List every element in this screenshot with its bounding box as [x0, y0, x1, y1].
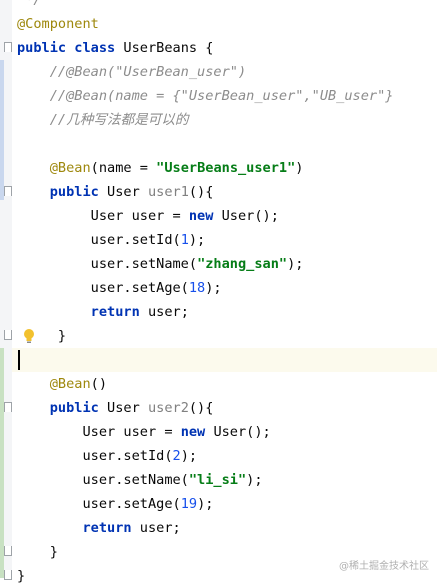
- code-token: );: [246, 472, 263, 488]
- code-editor[interactable]: */ @Component public class UserBeans { //@…: [0, 0, 437, 584]
- code-token: );: [287, 256, 304, 272]
- code-token: user.setAge(: [17, 280, 189, 296]
- code-token: "UserBeans_user1": [156, 160, 296, 176]
- code-line[interactable]: @Bean(): [17, 372, 107, 396]
- code-token: );: [188, 232, 206, 248]
- code-token: @Component: [17, 16, 99, 32]
- code-token: (){: [188, 400, 214, 416]
- code-token: 1: [180, 232, 189, 248]
- code-line[interactable]: user.setName("li_si");: [17, 468, 263, 492]
- code-token: 19: [180, 496, 198, 512]
- code-line[interactable]: public class UserBeans {: [17, 36, 213, 60]
- code-token: @Bean: [17, 160, 91, 176]
- code-token: );: [180, 448, 198, 464]
- code-token: //@Bean("UserBean_user"): [17, 64, 247, 80]
- code-token: User: [107, 184, 148, 200]
- watermark: @稀土掘金技术社区: [339, 561, 429, 572]
- code-line[interactable]: User user = new User();: [17, 204, 279, 228]
- code-line[interactable]: public User user1(){: [17, 180, 214, 204]
- code-line[interactable]: }: [17, 540, 58, 564]
- code-line[interactable]: user.setAge(18);: [17, 276, 222, 300]
- code-token: //几种写法都是可以的: [17, 112, 189, 128]
- code-line[interactable]: return user;: [17, 516, 181, 540]
- code-token: public: [17, 184, 108, 200]
- code-token: user2: [147, 400, 189, 416]
- code-line[interactable]: }: [17, 324, 66, 348]
- code-token: );: [205, 280, 222, 296]
- code-token: new: [180, 424, 214, 440]
- code-line[interactable]: @Component: [17, 12, 99, 36]
- code-token: }: [17, 328, 67, 344]
- code-line[interactable]: user.setId(1);: [17, 228, 206, 252]
- code-line[interactable]: }: [17, 564, 25, 588]
- code-token: }: [17, 544, 58, 560]
- code-token: user;: [139, 520, 181, 536]
- code-token: user.setId(: [17, 232, 181, 248]
- code-token: (){: [188, 184, 214, 200]
- code-token: UserBeans {: [123, 40, 214, 56]
- code-line[interactable]: return user;: [17, 300, 189, 324]
- code-token: user.setName(: [17, 472, 189, 488]
- code-token: ): [295, 160, 304, 176]
- code-token: User user =: [17, 208, 189, 224]
- code-line[interactable]: //@Bean(name = {"UserBean_user","UB_user…: [17, 84, 394, 108]
- caret-line-highlight: [12, 348, 437, 372]
- code-line[interactable]: user.setAge(19);: [17, 492, 213, 516]
- code-token: return: [17, 520, 140, 536]
- code-line[interactable]: //@Bean("UserBean_user"): [17, 60, 246, 84]
- code-token: class: [74, 40, 124, 56]
- code-line[interactable]: user.setName("zhang_san");: [17, 252, 304, 276]
- code-token: "zhang_san": [197, 256, 288, 272]
- code-line[interactable]: public User user2(){: [17, 396, 214, 420]
- code-token: public: [17, 40, 75, 56]
- code-token: User: [107, 400, 148, 416]
- code-token: "li_si": [188, 472, 247, 488]
- code-token: (): [90, 376, 108, 392]
- code-token: user.setAge(: [17, 496, 181, 512]
- code-line[interactable]: */: [17, 0, 42, 12]
- code-line[interactable]: //几种写法都是可以的: [17, 108, 189, 132]
- code-token: //@Bean(name = {"UserBean_user","UB_user…: [17, 88, 394, 104]
- code-token: */: [17, 0, 42, 8]
- code-token: }: [17, 568, 26, 584]
- code-token: new: [188, 208, 222, 224]
- code-token: user1: [147, 184, 189, 200]
- text-caret: [18, 350, 20, 370]
- code-token: User();: [213, 424, 271, 440]
- code-token: (name =: [90, 160, 157, 176]
- code-token: user.setId(: [17, 448, 173, 464]
- code-token: return: [17, 304, 148, 320]
- code-token: User();: [221, 208, 279, 224]
- code-token: public: [17, 400, 108, 416]
- code-line[interactable]: User user = new User();: [17, 420, 271, 444]
- code-line[interactable]: user.setId(2);: [17, 444, 197, 468]
- code-token: 2: [172, 448, 181, 464]
- code-token: @Bean: [17, 376, 91, 392]
- code-token: user;: [147, 304, 189, 320]
- code-token: user.setName(: [17, 256, 198, 272]
- code-token: );: [197, 496, 214, 512]
- code-token: User user =: [17, 424, 181, 440]
- code-line[interactable]: @Bean(name = "UserBeans_user1"): [17, 156, 304, 180]
- code-token: 18: [188, 280, 206, 296]
